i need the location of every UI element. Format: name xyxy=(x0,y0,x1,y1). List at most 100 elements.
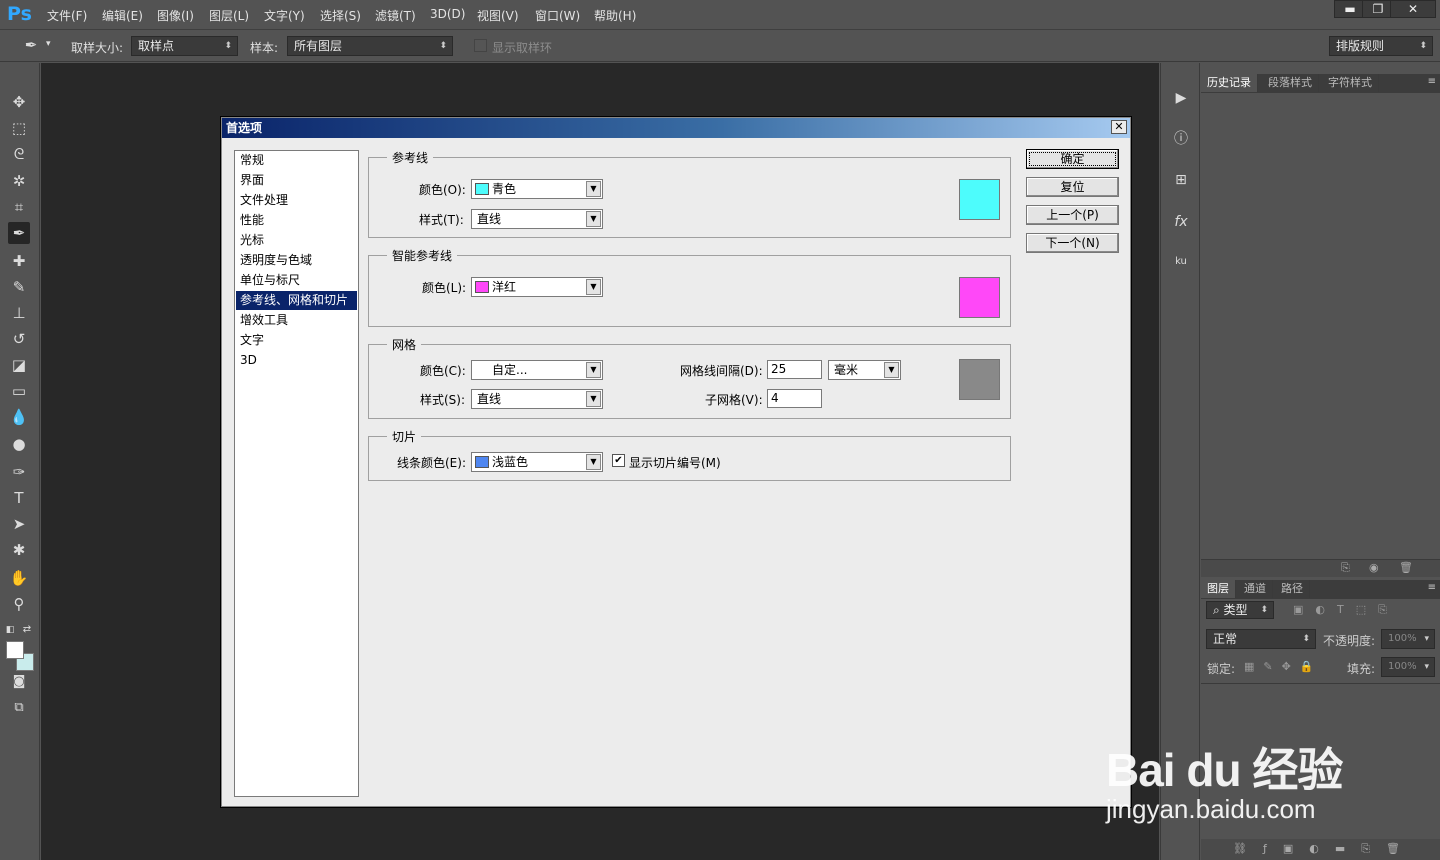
healing-brush-tool-icon[interactable]: ✚ xyxy=(8,250,30,272)
crop-tool-icon[interactable]: ⌗ xyxy=(8,196,30,218)
subdivisions-input[interactable]: 4 xyxy=(767,389,822,408)
fill-input[interactable]: 100% ▾ xyxy=(1381,657,1435,677)
category-file-handling[interactable]: 文件处理 xyxy=(236,191,357,210)
brush-tool-icon[interactable]: ✎ xyxy=(8,276,30,298)
hand-tool-icon[interactable]: ✋ xyxy=(8,567,30,589)
menu-help[interactable]: 帮助(H) xyxy=(594,7,636,24)
new-document-icon[interactable]: ⎘ xyxy=(1341,561,1350,575)
menu-edit[interactable]: 编辑(E) xyxy=(102,7,143,24)
grid-color-select[interactable]: 自定... ▼ xyxy=(471,360,603,380)
grid-style-select[interactable]: 直线 ▼ xyxy=(471,389,603,409)
smart-guides-color-select[interactable]: 洋红 ▼ xyxy=(471,277,603,297)
tool-preset-chevron-icon[interactable]: ▾ xyxy=(46,39,51,49)
chevron-down-icon: ▼ xyxy=(586,391,601,407)
category-transparency[interactable]: 透明度与色域 xyxy=(236,251,357,270)
move-tool-icon[interactable]: ✥ xyxy=(8,91,30,113)
reset-button[interactable]: 复位 xyxy=(1026,177,1119,197)
screen-mode-icon[interactable]: ⧉ xyxy=(8,697,30,719)
menu-select[interactable]: 选择(S) xyxy=(320,7,361,24)
next-button[interactable]: 下一个(N) xyxy=(1026,233,1119,253)
history-brush-tool-icon[interactable]: ↺ xyxy=(8,328,30,350)
layer-action-icons[interactable]: ⛓ƒ▣◐▬⎘🗑 xyxy=(1233,842,1416,856)
foreground-color-swatch[interactable] xyxy=(6,641,24,659)
layer-filter-select[interactable]: ⌕ 类型 ⬍ xyxy=(1206,601,1274,619)
tab-paragraph-styles[interactable]: 段落样式 xyxy=(1262,74,1319,92)
category-general[interactable]: 常规 xyxy=(236,151,357,170)
trash-icon[interactable]: 🗑 xyxy=(1399,561,1413,574)
kuler-icon[interactable]: ku xyxy=(1170,251,1192,273)
guides-title: 参考线 xyxy=(387,149,434,166)
type-tool-icon[interactable]: T xyxy=(8,487,30,509)
zoom-tool-icon[interactable]: ⚲ xyxy=(8,593,30,615)
guides-color-swatch[interactable] xyxy=(959,179,1000,220)
blur-tool-icon[interactable]: 💧 xyxy=(8,406,30,428)
stamp-tool-icon[interactable]: ⊥ xyxy=(8,302,30,324)
gradient-tool-icon[interactable]: ▭ xyxy=(8,380,30,402)
close-app-button[interactable]: ✕ xyxy=(1390,0,1436,18)
dialog-close-icon[interactable]: ✕ xyxy=(1111,120,1127,134)
shape-tool-icon[interactable]: ✱ xyxy=(8,539,30,561)
category-cursors[interactable]: 光标 xyxy=(236,231,357,250)
menu-file[interactable]: 文件(F) xyxy=(47,7,87,24)
show-ring-checkbox[interactable] xyxy=(474,39,487,52)
workspace-select[interactable]: 排版规则 ⬍ xyxy=(1329,36,1433,56)
marquee-tool-icon[interactable]: ⬚ xyxy=(8,117,30,139)
opacity-input[interactable]: 100% ▾ xyxy=(1381,629,1435,649)
pen-tool-icon[interactable]: ✑ xyxy=(8,461,30,483)
menu-view[interactable]: 视图(V) xyxy=(477,7,519,24)
guides-color-select[interactable]: 青色 ▼ xyxy=(471,179,603,199)
quick-mask-icon[interactable]: ◙ xyxy=(8,671,30,693)
panel-menu-icon[interactable]: ≡ xyxy=(1428,76,1436,87)
tab-character-styles[interactable]: 字符样式 xyxy=(1322,74,1379,92)
menu-image[interactable]: 图像(I) xyxy=(157,7,194,24)
lock-option-icons[interactable]: ▦✎✥🔒 xyxy=(1244,660,1323,673)
snapshot-camera-icon[interactable]: ◉ xyxy=(1369,561,1379,574)
eyedropper-tool-icon[interactable]: ✒ xyxy=(20,34,42,56)
sample-size-select[interactable]: 取样点 ⬍ xyxy=(131,36,238,56)
grid-panel-icon[interactable]: ⊞ xyxy=(1170,169,1192,191)
category-3d[interactable]: 3D xyxy=(236,351,357,370)
eraser-tool-icon[interactable]: ◪ xyxy=(8,354,30,376)
category-performance[interactable]: 性能 xyxy=(236,211,357,230)
category-type[interactable]: 文字 xyxy=(236,331,357,350)
smart-guides-color-swatch[interactable] xyxy=(959,277,1000,318)
menu-window[interactable]: 窗口(W) xyxy=(535,7,580,24)
grid-unit-select[interactable]: 毫米 ▼ xyxy=(828,360,901,380)
menu-3d[interactable]: 3D(D) xyxy=(430,7,465,21)
dodge-tool-icon[interactable]: ● xyxy=(8,433,30,455)
show-slice-numbers-checkbox[interactable]: ✔ xyxy=(612,454,625,467)
blend-mode-select[interactable]: 正常 ⬍ xyxy=(1206,629,1316,649)
category-units-rulers[interactable]: 单位与标尺 xyxy=(236,271,357,290)
select-arrow-icon: ⬍ xyxy=(439,41,447,51)
guides-style-select[interactable]: 直线 ▼ xyxy=(471,209,603,229)
default-colors-icon[interactable]: ◧ xyxy=(3,619,17,641)
gridline-spacing-input[interactable]: 25 xyxy=(767,360,822,379)
fx-styles-icon[interactable]: fx xyxy=(1170,211,1192,233)
menu-filter[interactable]: 滤镜(T) xyxy=(375,7,416,24)
tab-layers[interactable]: 图层 xyxy=(1201,580,1236,598)
info-icon[interactable]: ⓘ xyxy=(1170,128,1192,150)
lasso-tool-icon[interactable]: ᘓ xyxy=(8,143,30,165)
category-interface[interactable]: 界面 xyxy=(236,171,357,190)
chevron-down-icon: ▾ xyxy=(1424,634,1429,644)
sample-select[interactable]: 所有图层 ⬍ xyxy=(287,36,453,56)
play-actions-icon[interactable]: ▶ xyxy=(1170,87,1192,109)
menu-type[interactable]: 文字(Y) xyxy=(264,7,305,24)
tab-paths[interactable]: 路径 xyxy=(1275,580,1310,598)
swap-colors-icon[interactable]: ⇄ xyxy=(20,619,34,641)
panel-menu-icon[interactable]: ≡ xyxy=(1428,582,1436,593)
path-selection-tool-icon[interactable]: ➤ xyxy=(8,513,30,535)
tab-history[interactable]: 历史记录 xyxy=(1201,74,1258,92)
history-panel-body xyxy=(1201,93,1440,560)
eyedropper-tool-icon[interactable]: ✒ xyxy=(8,222,30,244)
tab-channels[interactable]: 通道 xyxy=(1238,580,1273,598)
magic-wand-tool-icon[interactable]: ✲ xyxy=(8,170,30,192)
category-plugins[interactable]: 增效工具 xyxy=(236,311,357,330)
slice-line-color-select[interactable]: 浅蓝色 ▼ xyxy=(471,452,603,472)
menu-layer[interactable]: 图层(L) xyxy=(209,7,249,24)
layer-filter-icons[interactable]: ▣◐T⬚⎘ xyxy=(1293,603,1399,617)
category-guides-grid-slices[interactable]: 参考线、网格和切片 xyxy=(236,291,357,310)
previous-button[interactable]: 上一个(P) xyxy=(1026,205,1119,225)
grid-color-swatch[interactable] xyxy=(959,359,1000,400)
ok-button[interactable]: 确定 xyxy=(1026,149,1119,169)
